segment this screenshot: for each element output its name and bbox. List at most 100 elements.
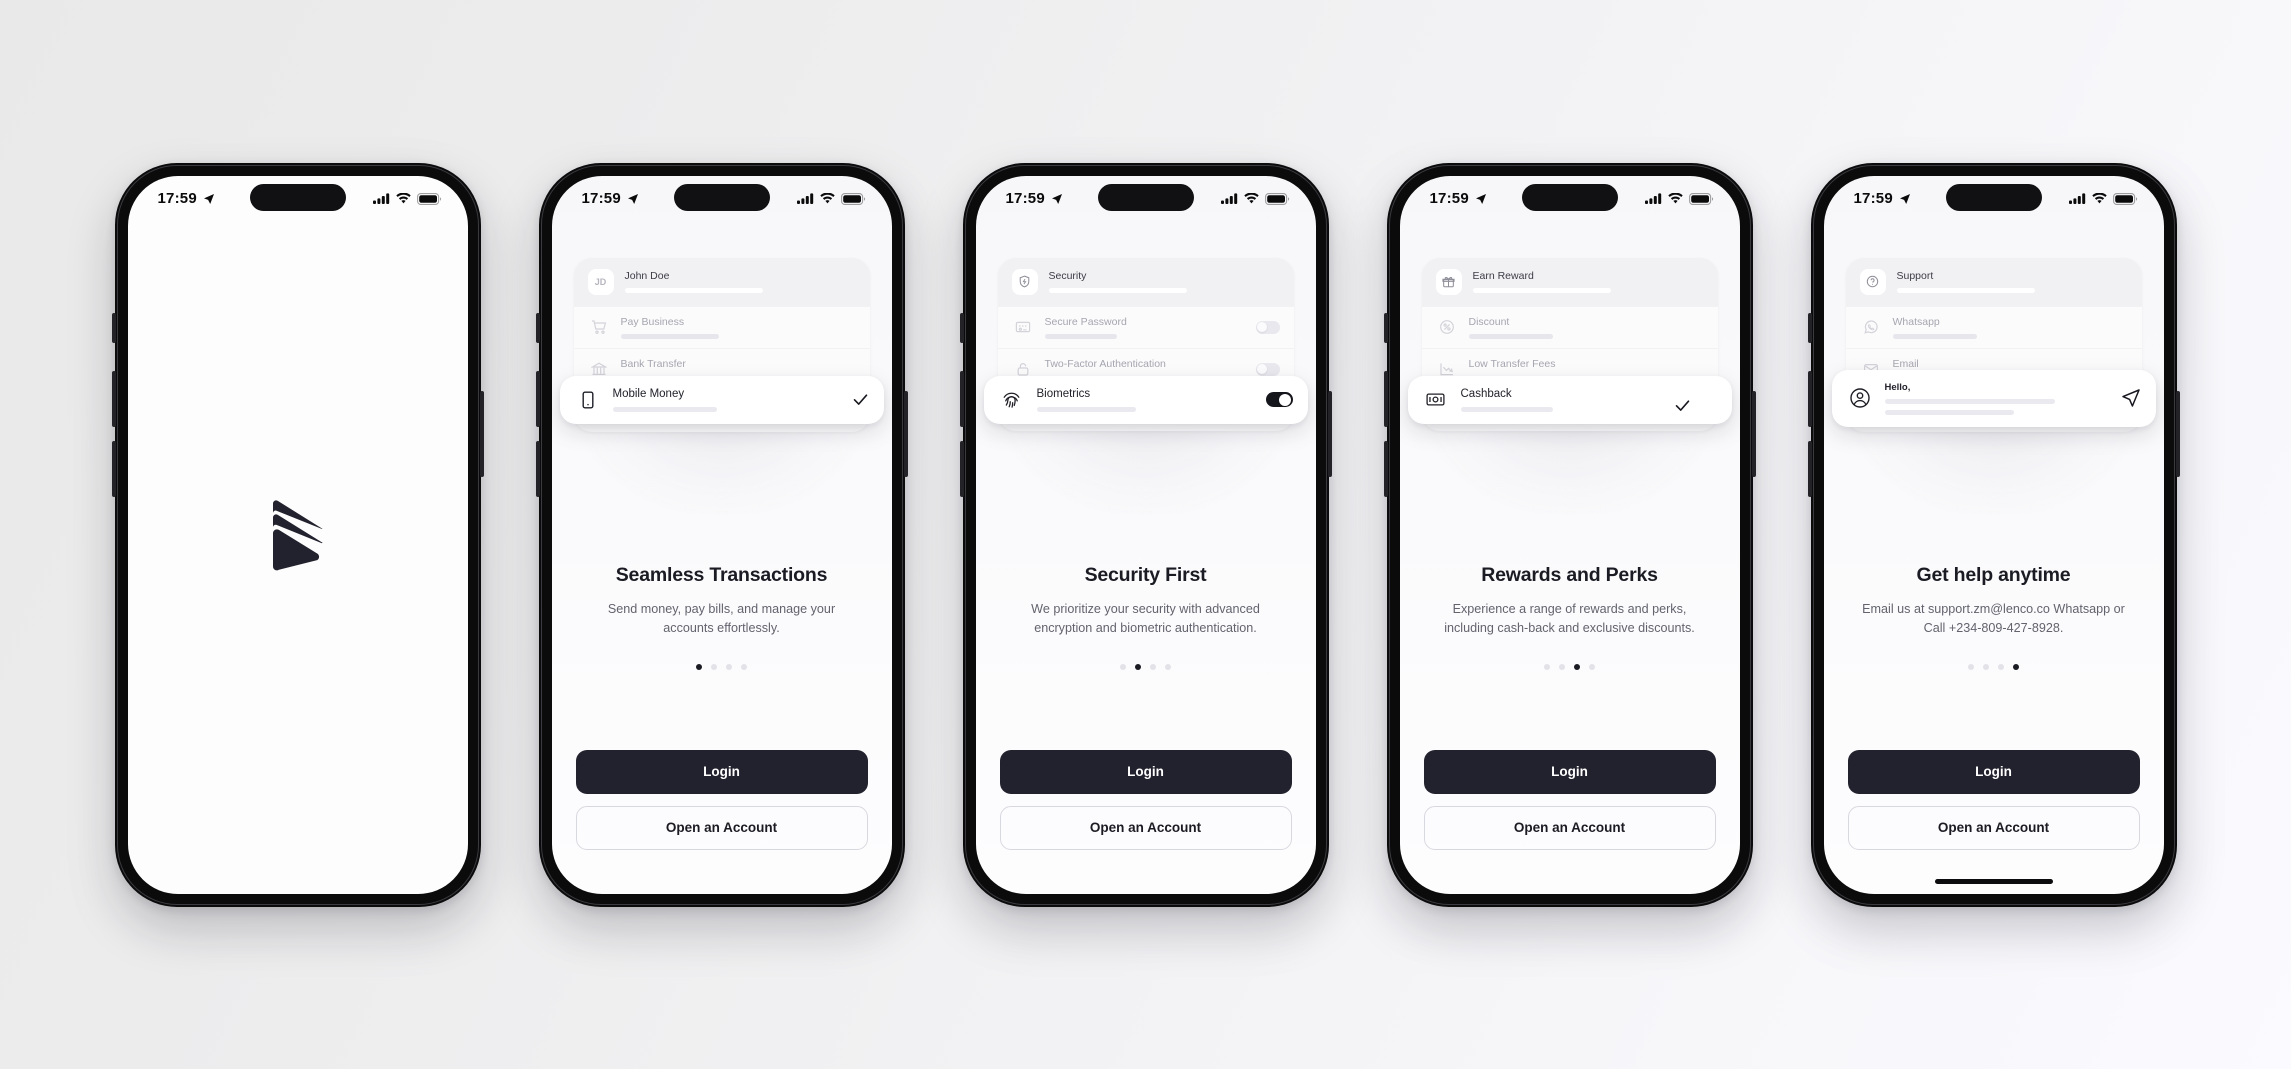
phone-splash: 17:59 <box>111 162 484 907</box>
login-button[interactable]: Login <box>999 749 1292 794</box>
mobile-phone-icon <box>575 387 601 413</box>
status-bar-left: 17:59 <box>582 191 639 206</box>
battery-icon <box>1264 192 1290 205</box>
list-item-label: Whatsapp <box>1892 315 1940 328</box>
list-item[interactable]: Whatsapp <box>1845 305 2142 348</box>
onboarding-copy: Get help anytime Email us at support.zm@… <box>1824 528 2164 671</box>
silent-switch[interactable] <box>1383 312 1388 343</box>
toggle-knob <box>1279 393 1291 406</box>
volume-up-button[interactable] <box>535 370 540 427</box>
wifi-icon <box>1667 193 1683 204</box>
highlighted-list-item[interactable]: Mobile Money <box>559 375 884 424</box>
status-time: 17:59 <box>1429 190 1469 207</box>
open-an-account-button[interactable]: Open an Account <box>999 805 1292 850</box>
placeholder-bar <box>1884 399 2055 405</box>
list-item[interactable]: Secure Password <box>997 305 1294 348</box>
highlighted-list-item[interactable]: Cashback <box>1407 375 1732 424</box>
location-arrow-icon <box>1899 193 1911 205</box>
screen-onboarding-3: 17:59 Earn Reward Discount Low Transfer … <box>1399 175 1740 894</box>
status-time: 17:59 <box>1853 190 1893 207</box>
splash-logo-area <box>128 222 468 850</box>
open-an-account-button[interactable]: Open an Account <box>575 805 868 850</box>
volume-down-button[interactable] <box>1383 440 1388 497</box>
login-button[interactable]: Login <box>575 749 868 794</box>
volume-up-button[interactable] <box>1807 370 1812 427</box>
volume-down-button[interactable] <box>111 440 116 497</box>
list-item-text: Secure Password <box>1044 315 1245 339</box>
toggle-switch[interactable] <box>1255 362 1280 376</box>
avatar: JD <box>587 268 614 295</box>
page-subtitle: Send money, pay bills, and manage your a… <box>607 601 836 636</box>
card-header-text: Support <box>1896 270 2128 294</box>
list-item-label: Secure Password <box>1044 315 1127 328</box>
toggle-knob <box>1257 364 1267 375</box>
cellular-signal-icon <box>1220 193 1238 204</box>
highlighted-item-text: Mobile Money <box>612 387 840 413</box>
send-icon[interactable] <box>2121 388 2141 408</box>
highlighted-item-label: Biometrics <box>1036 387 1091 400</box>
bottom-pad <box>552 850 892 894</box>
volume-up-button[interactable] <box>111 370 116 427</box>
dynamic-island <box>1521 183 1618 211</box>
login-button[interactable]: Login <box>1847 749 2140 794</box>
card-header-text: John Doe <box>624 270 856 294</box>
silent-switch[interactable] <box>535 312 540 343</box>
volume-down-button[interactable] <box>535 440 540 497</box>
phone-seamless-transactions: 17:59 JD John Doe Pay Business Bank Tran… <box>535 162 908 907</box>
highlighted-list-item[interactable]: Biometrics <box>983 375 1308 424</box>
status-bar: 17:59 <box>1400 176 1740 222</box>
list-item-label: Email <box>1892 357 1919 370</box>
list-item[interactable]: Pay Business <box>573 305 870 348</box>
status-bar: 17:59 <box>128 176 468 222</box>
status-bar-left: 17:59 <box>1854 191 1911 206</box>
screen-onboarding-2: 17:59 Security Secure Password Two-Facto… <box>975 175 1316 894</box>
toggle-switch-on[interactable] <box>1265 392 1293 407</box>
volume-up-button[interactable] <box>1383 370 1388 427</box>
list-item-label: Discount <box>1468 315 1510 328</box>
power-button[interactable] <box>2175 390 2180 477</box>
card-header-title: Security <box>1048 269 1087 282</box>
list-item-label: Low Transfer Fees <box>1468 357 1556 370</box>
power-button[interactable] <box>903 390 908 477</box>
illustration-card-stack: Support Whatsapp Email Hello, <box>1824 257 2164 528</box>
volume-down-button[interactable] <box>959 440 964 497</box>
highlighted-chat-item[interactable]: Hello, <box>1831 369 2156 428</box>
status-time: 17:59 <box>157 190 197 207</box>
cta-group: Login Open an Account <box>976 749 1316 850</box>
power-button[interactable] <box>479 390 484 477</box>
battery-icon <box>840 192 866 205</box>
card-header: Security <box>997 257 1294 306</box>
silent-switch[interactable] <box>111 312 116 343</box>
open-an-account-button[interactable]: Open an Account <box>1423 805 1716 850</box>
question-circle-icon <box>1859 268 1886 295</box>
battery-icon <box>416 192 442 205</box>
power-button[interactable] <box>1327 390 1332 477</box>
list-item[interactable]: Discount <box>1421 305 1718 348</box>
volume-down-button[interactable] <box>1807 440 1812 497</box>
dynamic-island <box>1097 183 1194 211</box>
login-button[interactable]: Login <box>1423 749 1716 794</box>
power-button[interactable] <box>1751 390 1756 477</box>
volume-up-button[interactable] <box>959 370 964 427</box>
status-bar-left: 17:59 <box>1430 191 1487 206</box>
screen-onboarding-1: 17:59 JD John Doe Pay Business Bank Tran… <box>551 175 892 894</box>
highlighted-item-text: Biometrics <box>1036 387 1254 413</box>
home-indicator[interactable] <box>1934 878 2053 884</box>
toggle-switch[interactable] <box>1255 320 1280 334</box>
silent-switch[interactable] <box>959 312 964 343</box>
open-an-account-button[interactable]: Open an Account <box>1847 805 2140 850</box>
status-bar: 17:59 <box>976 176 1316 222</box>
battery-icon <box>2112 192 2138 205</box>
status-bar-left: 17:59 <box>158 191 215 206</box>
page-title: Seamless Transactions <box>615 563 828 586</box>
card-header-text: Earn Reward <box>1472 270 1704 294</box>
illustration-card-stack: Earn Reward Discount Low Transfer Fees C… <box>1400 257 1740 528</box>
bottom-pad <box>1824 850 2164 894</box>
status-time: 17:59 <box>581 190 621 207</box>
percent-badge-icon <box>1436 316 1458 338</box>
silent-switch[interactable] <box>1807 312 1812 343</box>
cta-group: Login Open an Account <box>1400 749 1740 850</box>
